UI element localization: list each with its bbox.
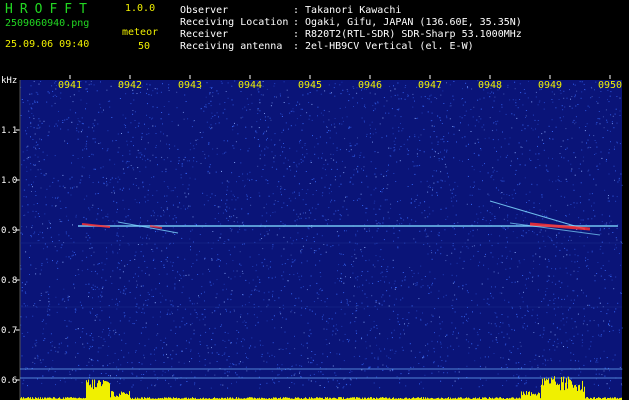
y-tick-label-0: 1.1 bbox=[1, 126, 17, 136]
datetime-label: 25.09.06 09:40 bbox=[5, 39, 90, 50]
info-key-receiver: Receiver bbox=[180, 29, 229, 40]
x-tick-label-0: 0941 bbox=[58, 80, 82, 91]
info-value-antenna: : 2el-HB9CV Vertical (el. E-W) bbox=[293, 41, 474, 52]
info-value-location: : Ogaki, Gifu, JAPAN (136.60E, 35.35N) bbox=[293, 17, 522, 28]
filename-label: 2509060940.png bbox=[5, 18, 90, 29]
info-value-observer: : Takanori Kawachi bbox=[293, 5, 402, 16]
x-tick-label-8: 0949 bbox=[538, 80, 562, 91]
x-tick-label-6: 0947 bbox=[418, 80, 442, 91]
spectrogram-panel: kHz 1.1 1.0 0.9 0.8 0.7 0.6 0941 0942 0943 0944 094… bbox=[1, 75, 623, 400]
x-tick-label-5: 0946 bbox=[358, 80, 382, 91]
info-value-receiver: : R820T2(RTL-SDR) SDR-Sharp 53.1000MHz bbox=[293, 29, 522, 40]
x-tick-label-3: 0944 bbox=[238, 80, 262, 91]
y-tick-label-4: 0.7 bbox=[1, 326, 17, 336]
y-tick-label-2: 0.9 bbox=[1, 226, 17, 236]
x-tick-label-7: 0948 bbox=[478, 80, 502, 91]
app-version: 1.0.0 bbox=[125, 3, 156, 14]
header-panel: HROFFT 1.0.0 2509060940.png 25.09.06 09:… bbox=[0, 0, 629, 75]
y-tick-label-3: 0.8 bbox=[1, 276, 17, 286]
meteor-count: 50 bbox=[138, 41, 151, 52]
x-tick-label-1: 0942 bbox=[118, 80, 142, 91]
y-unit-label: kHz bbox=[1, 76, 17, 86]
y-tick-label-5: 0.6 bbox=[1, 376, 17, 386]
app-name: HROFFT bbox=[5, 2, 94, 17]
info-key-location: Receiving Location bbox=[180, 17, 289, 28]
info-key-antenna: Receiving antenna bbox=[180, 41, 283, 52]
y-tick-label-1: 1.0 bbox=[1, 176, 17, 186]
x-tick-label-2: 0943 bbox=[178, 80, 202, 91]
meteor-label: meteor bbox=[122, 27, 159, 38]
x-tick-label-4: 0945 bbox=[298, 80, 322, 91]
x-tick-label-9: 0950 bbox=[598, 80, 622, 91]
info-key-observer: Observer bbox=[180, 5, 229, 16]
